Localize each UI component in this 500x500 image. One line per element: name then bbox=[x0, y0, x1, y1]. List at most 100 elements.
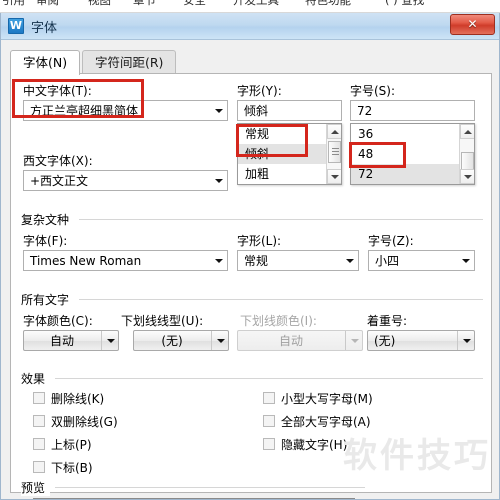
checkbox-box[interactable] bbox=[33, 461, 45, 473]
chevron-down-icon[interactable] bbox=[101, 331, 118, 350]
complex-style-combo[interactable]: 常规 bbox=[237, 250, 359, 271]
font-color-combo[interactable]: 自动 bbox=[23, 330, 119, 351]
preview-group-title: 预览 bbox=[21, 479, 51, 496]
font-style-scrollbar[interactable] bbox=[326, 124, 341, 184]
checkbox-label: 上标(P) bbox=[51, 438, 92, 452]
font-color-label: 字体颜色(C): bbox=[23, 314, 93, 328]
checkbox-box[interactable] bbox=[33, 438, 45, 450]
complex-script-group-title: 复杂文种 bbox=[21, 211, 75, 228]
chevron-down-icon[interactable] bbox=[211, 331, 228, 350]
grip-icon bbox=[332, 148, 339, 156]
underline-color-combo: 自动 bbox=[237, 330, 363, 351]
complex-font-combo[interactable]: Times New Roman bbox=[23, 250, 228, 271]
western-font-value: +西文正文 bbox=[30, 174, 89, 188]
scroll-down-arrow-icon[interactable] bbox=[327, 169, 341, 184]
font-style-listbox[interactable]: 常规 倾斜 加粗 bbox=[237, 123, 342, 185]
dialog-titlebar[interactable]: W 字体 ✕ bbox=[1, 13, 499, 40]
complex-font-label: 字体(F): bbox=[23, 234, 68, 248]
ribbon-tab-strip: 引用 审阅 视图 章节 安全 开发工具 特色功能 ( ) 查找 bbox=[0, 0, 500, 13]
ribbon-tab-5[interactable]: 开发工具 bbox=[233, 0, 279, 8]
dialog-tabstrip: 字体(N) 字符间距(R) bbox=[10, 50, 492, 75]
scroll-down-arrow-icon[interactable] bbox=[460, 169, 474, 184]
underline-color-value: 自动 bbox=[278, 334, 303, 348]
font-size-listbox[interactable]: 36 48 72 bbox=[350, 123, 475, 185]
chevron-down-icon[interactable] bbox=[457, 251, 474, 270]
checkbox-label: 删除线(K) bbox=[51, 392, 105, 406]
font-tab-panel: 中文字体(T): 字形(Y): 字号(S): 方正兰亭超细黑简体 倾斜 72 常… bbox=[10, 73, 492, 499]
font-size-label: 字号(S): bbox=[350, 84, 396, 98]
chevron-down-icon bbox=[345, 331, 362, 350]
all-text-group: 所有文字 bbox=[21, 291, 483, 308]
effects-group: 效果 bbox=[21, 370, 483, 387]
chevron-down-icon[interactable] bbox=[457, 331, 474, 350]
group-divider bbox=[55, 378, 483, 379]
scroll-up-arrow-icon[interactable] bbox=[327, 124, 341, 139]
all-text-group-title: 所有文字 bbox=[21, 291, 75, 308]
scroll-up-arrow-icon[interactable] bbox=[460, 124, 474, 139]
group-divider bbox=[79, 219, 483, 220]
complex-style-value: 常规 bbox=[244, 254, 269, 268]
font-size-value: 72 bbox=[357, 104, 373, 118]
group-divider bbox=[55, 487, 365, 488]
scrollbar-thumb[interactable] bbox=[328, 141, 341, 163]
chevron-down-icon[interactable] bbox=[341, 251, 358, 270]
chevron-down-icon[interactable] bbox=[210, 101, 227, 120]
checkbox-box[interactable] bbox=[33, 392, 45, 404]
ribbon-tab-7[interactable]: ( ) 查找 bbox=[385, 0, 424, 8]
font-style-option-1[interactable]: 倾斜 bbox=[238, 144, 327, 164]
checkbox-box[interactable] bbox=[33, 415, 45, 427]
complex-size-value: 小四 bbox=[375, 254, 400, 268]
font-size-option-0[interactable]: 36 bbox=[351, 124, 460, 144]
ribbon-tab-3[interactable]: 章节 bbox=[133, 0, 156, 8]
close-button[interactable]: ✕ bbox=[450, 14, 495, 35]
font-size-option-2[interactable]: 72 bbox=[351, 164, 460, 184]
chevron-down-icon[interactable] bbox=[210, 171, 227, 190]
screen-root: 引用 审阅 视图 章节 安全 开发工具 特色功能 ( ) 查找 W 字体 ✕ 字… bbox=[0, 0, 500, 500]
wps-word-icon: W bbox=[8, 18, 24, 34]
font-size-scrollbar[interactable] bbox=[459, 124, 474, 184]
group-divider bbox=[79, 299, 483, 300]
underline-color-label: 下划线颜色(I): bbox=[240, 314, 317, 328]
ribbon-tab-4[interactable]: 安全 bbox=[183, 0, 206, 8]
dialog-title: 字体 bbox=[31, 21, 58, 36]
western-font-combo[interactable]: +西文正文 bbox=[23, 170, 228, 191]
font-style-option-0[interactable]: 常规 bbox=[238, 124, 327, 144]
checkbox-label: 下标(B) bbox=[51, 461, 93, 475]
ribbon-tab-2[interactable]: 视图 bbox=[88, 0, 111, 8]
font-style-combo[interactable]: 倾斜 bbox=[237, 100, 342, 121]
chinese-font-combo[interactable]: 方正兰亭超细黑简体 bbox=[23, 100, 228, 121]
complex-script-group: 复杂文种 bbox=[21, 211, 483, 228]
complex-size-label: 字号(Z): bbox=[368, 234, 414, 248]
chevron-down-icon[interactable] bbox=[210, 251, 227, 270]
font-style-option-2[interactable]: 加粗 bbox=[238, 164, 327, 184]
checkbox-box[interactable] bbox=[263, 415, 275, 427]
font-style-label: 字形(Y): bbox=[237, 84, 282, 98]
checkbox-label: 隐藏文字(H) bbox=[281, 438, 348, 452]
ribbon-tab-1[interactable]: 审阅 bbox=[36, 0, 59, 8]
underline-style-label: 下划线线型(U): bbox=[121, 314, 204, 328]
western-font-label: 西文字体(X): bbox=[23, 154, 93, 168]
chinese-font-value: 方正兰亭超细黑简体 bbox=[30, 104, 139, 118]
chinese-font-label: 中文字体(T): bbox=[23, 84, 92, 98]
font-style-value: 倾斜 bbox=[244, 104, 269, 118]
checkbox-label: 全部大写字母(A) bbox=[281, 415, 371, 429]
checkbox-label: 小型大写字母(M) bbox=[281, 392, 373, 406]
complex-style-label: 字形(L): bbox=[237, 234, 282, 248]
preview-group: 预览 bbox=[21, 479, 483, 496]
complex-size-combo[interactable]: 小四 bbox=[368, 250, 475, 271]
underline-style-value: (无) bbox=[161, 334, 183, 348]
tab-font[interactable]: 字体(N) bbox=[10, 50, 81, 75]
complex-font-value: Times New Roman bbox=[30, 254, 142, 268]
font-dialog: W 字体 ✕ 字体(N) 字符间距(R) 中文字体(T): 字形(Y): 字号(… bbox=[0, 13, 500, 500]
ribbon-tab-6[interactable]: 特色功能 bbox=[305, 0, 351, 8]
ribbon-tab-0[interactable]: 引用 bbox=[2, 0, 25, 8]
tab-char-spacing[interactable]: 字符间距(R) bbox=[82, 50, 177, 73]
font-color-value: 自动 bbox=[49, 334, 74, 348]
underline-style-combo[interactable]: (无) bbox=[133, 330, 229, 351]
emphasis-mark-combo[interactable]: (无) bbox=[367, 330, 475, 351]
emphasis-mark-label: 着重号: bbox=[367, 314, 408, 328]
checkbox-box[interactable] bbox=[263, 438, 275, 450]
font-size-combo[interactable]: 72 bbox=[350, 100, 475, 121]
checkbox-box[interactable] bbox=[263, 392, 275, 404]
font-size-option-1[interactable]: 48 bbox=[351, 144, 460, 164]
